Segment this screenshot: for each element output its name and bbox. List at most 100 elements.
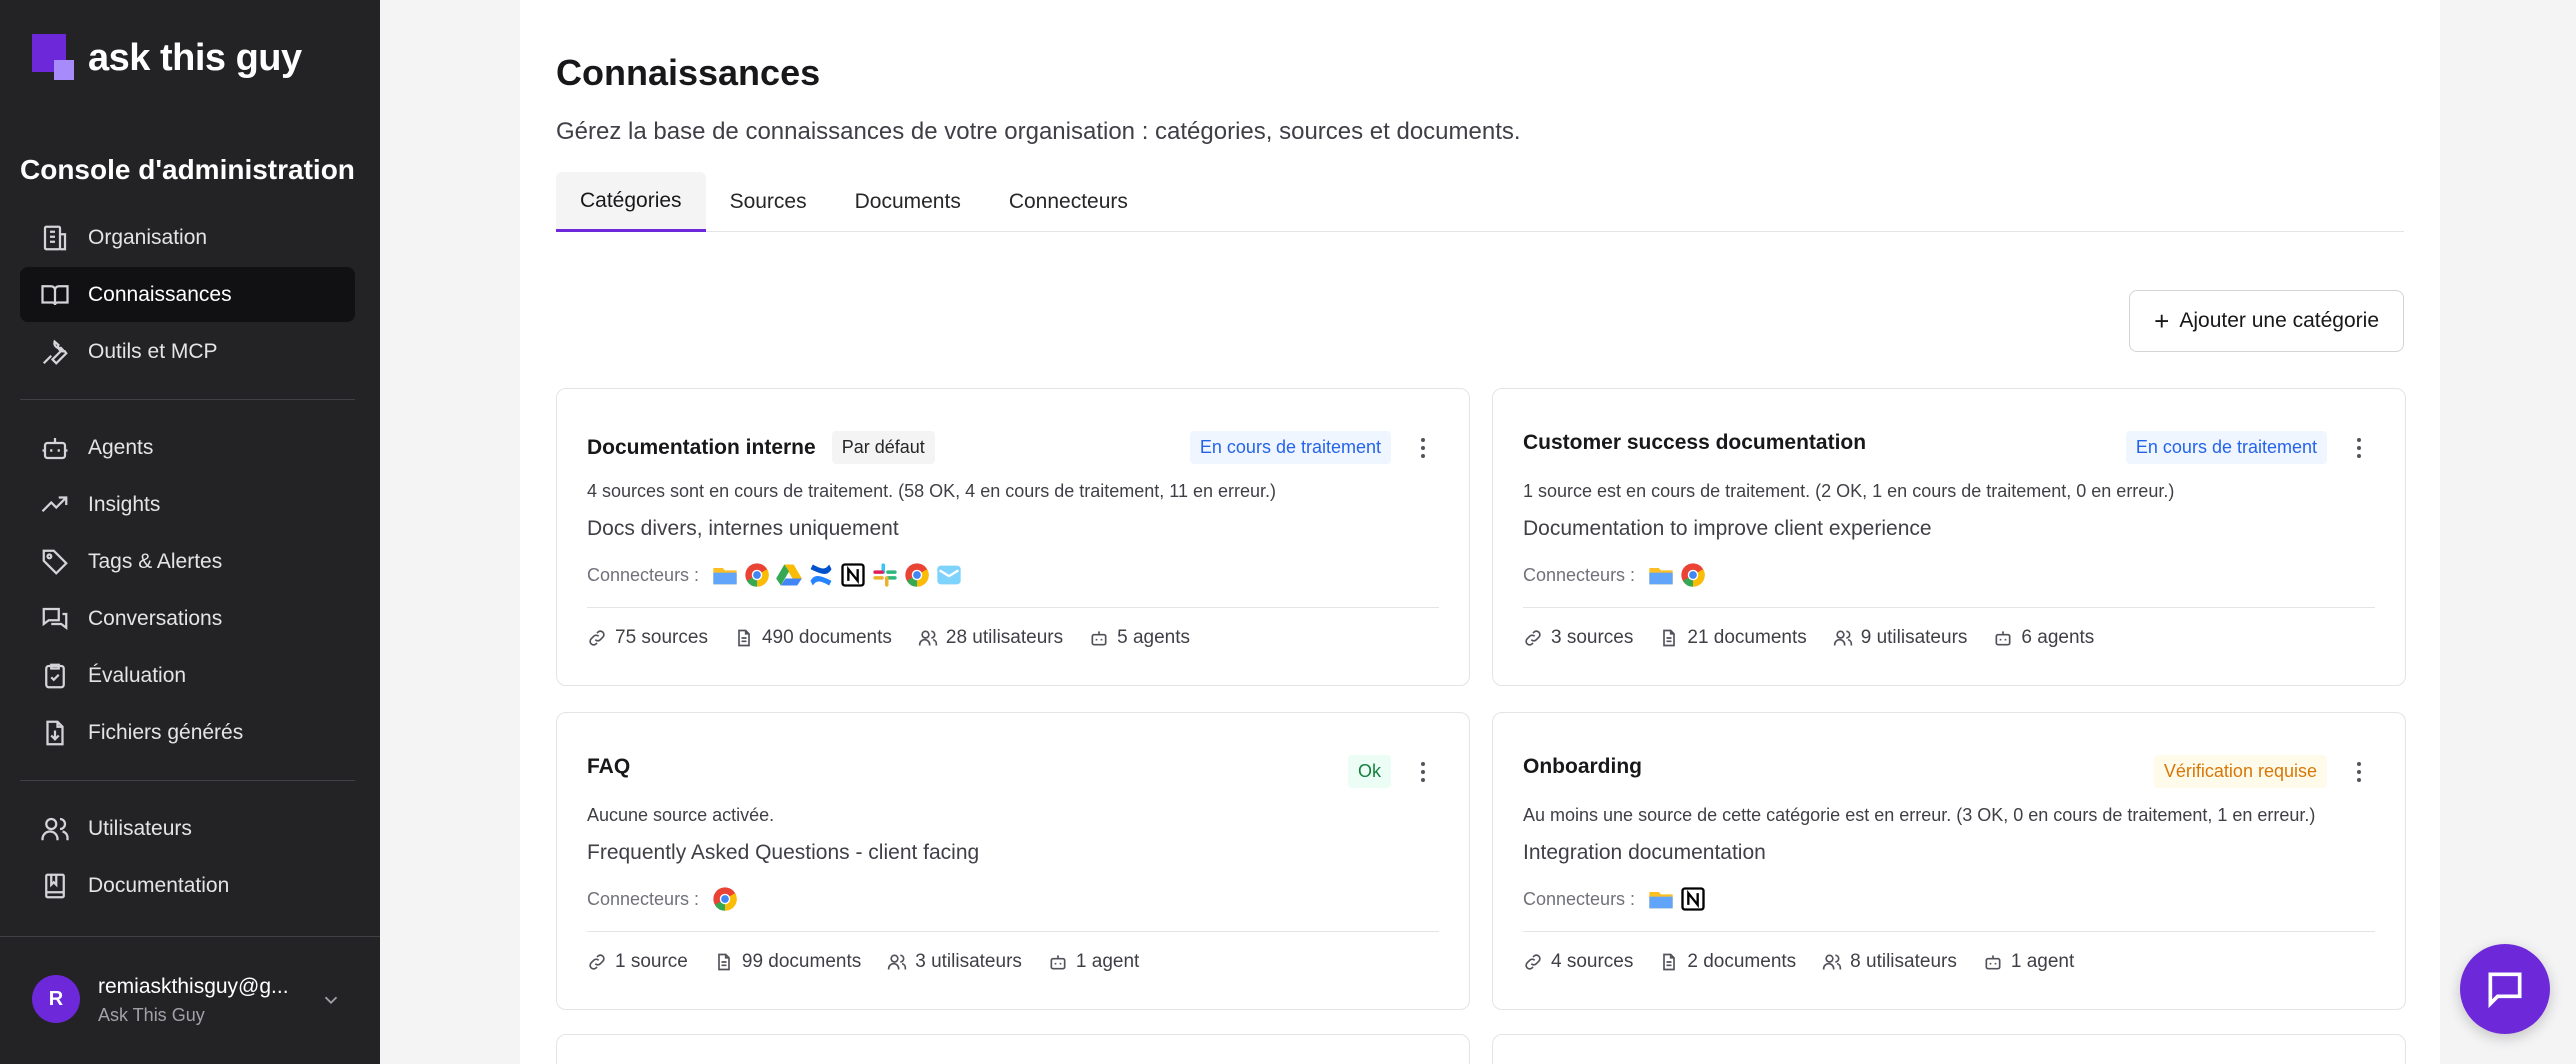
user-org: Ask This Guy: [98, 1005, 205, 1025]
add-category-label: Ajouter une catégorie: [2179, 309, 2379, 332]
user-email: remiaskthisguy@g...: [98, 975, 289, 998]
documents-count: 99 documents: [741, 951, 862, 972]
sidebar-item-conversations[interactable]: Conversations: [20, 591, 355, 646]
card-description: Integration documentation: [1523, 841, 1766, 864]
card-status-text: Aucune source activée.: [587, 805, 775, 825]
sidebar-item-agents[interactable]: Agents: [20, 420, 355, 475]
users-icon: [918, 630, 938, 646]
more-options-button[interactable]: [1413, 757, 1433, 787]
more-options-button[interactable]: [2349, 757, 2369, 787]
divider: [1523, 931, 2375, 932]
document-icon: [718, 953, 730, 971]
connectors-row: Connecteurs :: [587, 885, 739, 913]
card-title: Documentation interne: [587, 435, 816, 459]
bot-icon: [42, 437, 68, 459]
users-count: 8 utilisateurs: [1850, 951, 1957, 972]
documents-count: 2 documents: [1687, 951, 1797, 972]
users-icon: [41, 817, 69, 840]
sidebar-item-label: Tags & Alertes: [88, 549, 223, 573]
add-category-button[interactable]: + Ajouter une catégorie: [2129, 290, 2404, 352]
slack-connector-icon: [871, 561, 899, 589]
more-options-button[interactable]: [2349, 433, 2369, 463]
documents-count: 21 documents: [1687, 627, 1807, 648]
notion-connector-icon: [839, 561, 867, 589]
file-download-icon: [46, 720, 64, 745]
category-card[interactable]: Documentation interne Par défaut En cour…: [556, 388, 1470, 686]
tabs: Catégories Sources Documents Connecteurs: [556, 172, 2404, 232]
sources-stat: 4 sources: [1523, 951, 1633, 973]
chevron-down-icon[interactable]: [320, 989, 342, 1011]
document-icon: [738, 629, 750, 647]
brand[interactable]: ask this guy: [32, 34, 302, 82]
sidebar-item-fichiers[interactable]: Fichiers générés: [20, 705, 355, 760]
notion-connector-icon: [1679, 885, 1707, 913]
building-icon: [43, 225, 67, 250]
more-options-button[interactable]: [1413, 433, 1433, 463]
users-icon: [1833, 630, 1852, 646]
sidebar-item-connaissances[interactable]: Connaissances: [20, 267, 355, 322]
clipboard-icon: [45, 663, 65, 688]
sidebar-item-label: Documentation: [88, 873, 230, 897]
sidebar-item-utilisateurs[interactable]: Utilisateurs: [20, 801, 355, 856]
sidebar-item-label: Agents: [88, 435, 154, 459]
sidebar-item-label: Utilisateurs: [88, 816, 192, 840]
sidebar-item-label: Organisation: [88, 225, 208, 249]
plus-icon: +: [2154, 306, 2170, 336]
bot-icon: [1985, 955, 2001, 970]
card-title: FAQ: [587, 755, 631, 778]
category-card[interactable]: Onboarding Vérification requise Au moins…: [1492, 712, 2406, 1010]
category-card[interactable]: FAQ Ok Aucune source activée. Frequently…: [556, 712, 1470, 1010]
bot-icon: [1995, 631, 2011, 646]
users-count: 28 utilisateurs: [945, 627, 1064, 648]
category-card-partial[interactable]: [556, 1034, 1470, 1064]
status-badge: En cours de traitement: [1189, 431, 1391, 464]
chrome-connector-icon: [1679, 561, 1707, 589]
connectors-label: Connecteurs :: [587, 564, 700, 585]
chrome-connector-icon: [903, 561, 931, 589]
category-card[interactable]: Customer success documentation En cours …: [1492, 388, 2406, 686]
link-icon: [1525, 630, 1541, 646]
card-description: Docs divers, internes uniquement: [587, 517, 899, 540]
sidebar-item-outils[interactable]: Outils et MCP: [20, 324, 355, 379]
users-icon: [888, 954, 907, 970]
users-icon: [1823, 954, 1842, 970]
category-card-partial[interactable]: [1492, 1034, 2406, 1064]
sources-stat: 75 sources: [587, 627, 708, 649]
folder-connector-icon: [711, 561, 739, 589]
card-title-row: Onboarding: [1523, 755, 1642, 779]
sidebar-item-insights[interactable]: Insights: [20, 477, 355, 532]
sidebar-item-documentation[interactable]: Documentation: [20, 858, 355, 913]
card-title-row: Documentation interne Par défaut: [587, 431, 935, 464]
tab-categories[interactable]: Catégories: [556, 172, 706, 232]
users-count: 9 utilisateurs: [1860, 627, 1968, 648]
console-title: Console d'administration: [20, 154, 355, 185]
sidebar-item-label: Conversations: [88, 606, 223, 630]
documents-stat: 490 documents: [734, 627, 892, 649]
chat-launcher-button[interactable]: [2460, 944, 2550, 1034]
users-count: 3 utilisateurs: [915, 951, 1022, 972]
documents-count: 490 documents: [761, 627, 892, 648]
users-stat: 9 utilisateurs: [1833, 627, 1968, 649]
card-title: Onboarding: [1523, 755, 1642, 778]
confluence-connector-icon: [807, 561, 835, 589]
user-menu[interactable]: R remiaskthisguy@g... Ask This Guy: [0, 936, 380, 1064]
sidebar-item-label: Connaissances: [88, 282, 232, 306]
sidebar-item-evaluation[interactable]: Évaluation: [20, 648, 355, 703]
card-status-text: Au moins une source de cette catégorie e…: [1523, 805, 2316, 825]
connectors-row: Connecteurs :: [587, 561, 963, 589]
sidebar-item-label: Évaluation: [88, 663, 187, 687]
tab-documents[interactable]: Documents: [831, 172, 985, 232]
sidebar-item-tags[interactable]: Tags & Alertes: [20, 534, 355, 589]
drive-connector-icon: [775, 561, 803, 589]
card-title-row: Customer success documentation: [1523, 431, 1866, 455]
agents-count: 1 agent: [1075, 951, 1140, 972]
sidebar-item-label: Outils et MCP: [88, 339, 218, 363]
chrome-connector-icon: [711, 885, 739, 913]
sidebar-item-organisation[interactable]: Organisation: [20, 210, 355, 265]
connectors-label: Connecteurs :: [587, 888, 700, 909]
agents-stat: 1 agent: [1983, 951, 2074, 973]
connectors-label: Connecteurs :: [1523, 564, 1636, 585]
tab-sources[interactable]: Sources: [706, 172, 831, 232]
bot-icon: [1091, 631, 1107, 646]
tab-connecteurs[interactable]: Connecteurs: [985, 172, 1152, 232]
